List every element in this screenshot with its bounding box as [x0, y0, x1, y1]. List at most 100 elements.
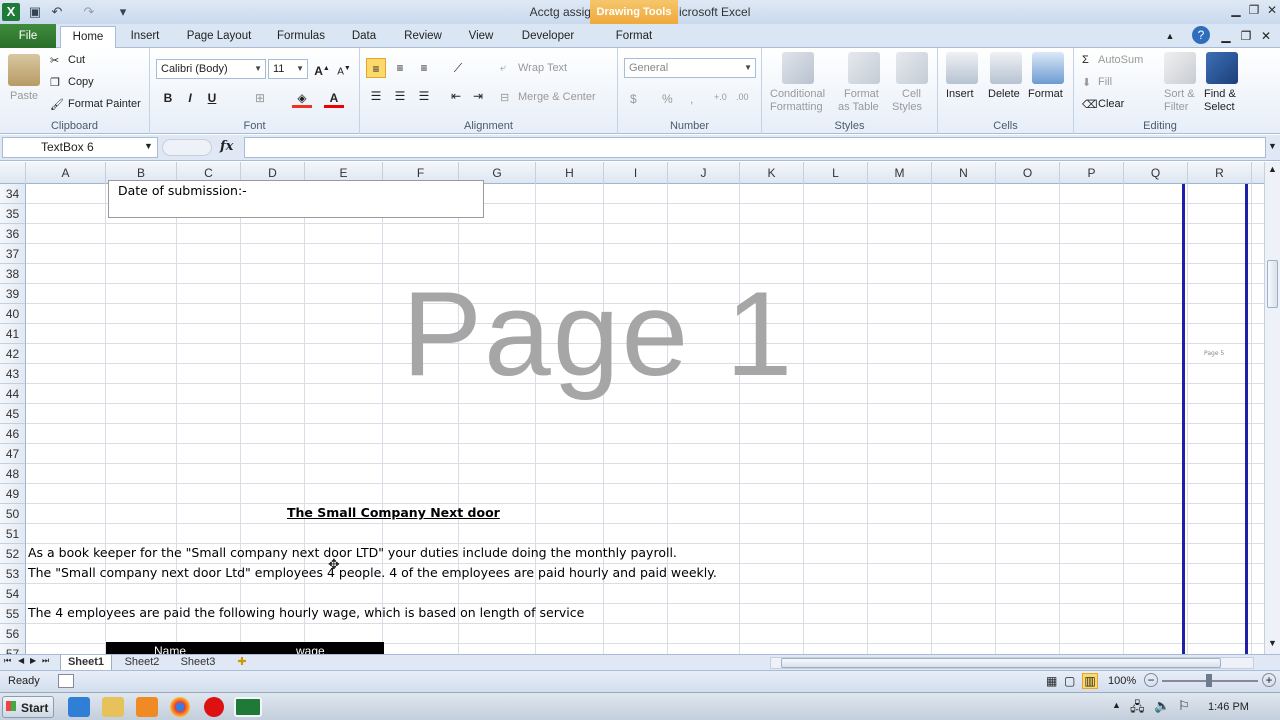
clear-icon[interactable]: ⌫ — [1082, 98, 1098, 111]
scroll-down-icon[interactable]: ▼ — [1268, 638, 1277, 648]
align-bottom-icon[interactable]: ≡ — [414, 58, 434, 78]
wrap-text-button[interactable]: Wrap Text — [518, 62, 567, 74]
paste-button[interactable]: Paste — [10, 90, 38, 102]
select-all-corner[interactable] — [0, 162, 26, 184]
find-select-icon[interactable] — [1206, 52, 1238, 84]
fill-color-icon[interactable]: ◈ — [292, 88, 312, 108]
align-right-icon[interactable]: ☰ — [414, 86, 434, 106]
comma-button[interactable]: , — [690, 92, 693, 106]
formula-bar-handle[interactable] — [162, 139, 212, 156]
row-header-44[interactable]: 44 — [0, 384, 26, 404]
macro-record-icon[interactable] — [58, 674, 74, 688]
decrease-decimal-icon[interactable]: .00 — [736, 92, 749, 102]
column-header-j[interactable]: J — [668, 162, 740, 184]
format-as-table-button-line2[interactable]: as Table — [838, 101, 879, 113]
clock[interactable]: 1:46 PM — [1208, 701, 1249, 713]
minimize-ribbon-icon[interactable]: ▲ — [1160, 26, 1180, 46]
paste-icon[interactable] — [8, 54, 40, 86]
zoom-slider-thumb[interactable] — [1206, 674, 1212, 687]
decrease-indent-icon[interactable]: ⇤ — [446, 86, 466, 106]
orientation-icon[interactable]: ⟋ — [448, 58, 468, 78]
row-header-42[interactable]: 42 — [0, 344, 26, 364]
workbook-close-button[interactable]: ✕ — [1256, 26, 1276, 46]
cell-styles-button[interactable]: Cell — [902, 88, 921, 100]
tab-home[interactable]: Home — [60, 26, 116, 49]
delete-cells-button[interactable]: Delete — [988, 88, 1020, 100]
column-header-p[interactable]: P — [1060, 162, 1124, 184]
insert-sheet-icon[interactable]: ✚ — [230, 655, 254, 671]
row-header-54[interactable]: 54 — [0, 584, 26, 604]
row-header-38[interactable]: 38 — [0, 264, 26, 284]
next-sheet-icon[interactable]: ▶ — [30, 656, 36, 665]
vertical-scrollbar[interactable]: ▲ ▼ — [1264, 162, 1280, 654]
worksheet-grid[interactable]: ABCDEFGHIJKLMNOPQR 34 35 36 37 38 39 40 41 42 43 4… — [0, 162, 1264, 654]
column-header-o[interactable]: O — [996, 162, 1060, 184]
conditional-formatting-button[interactable]: Conditional — [770, 88, 825, 100]
column-header-a[interactable]: A — [26, 162, 106, 184]
opera-icon[interactable] — [204, 697, 224, 717]
network-icon[interactable]: 🖧 — [1130, 698, 1145, 720]
column-header-q[interactable]: Q — [1124, 162, 1188, 184]
cell-a53[interactable]: The "Small company next door Ltd" employ… — [28, 565, 717, 580]
autosum-button[interactable]: AutoSum — [1098, 54, 1143, 66]
row-header-52[interactable]: 52 — [0, 544, 26, 564]
row-header-56[interactable]: 56 — [0, 624, 26, 644]
align-middle-icon[interactable]: ≡ — [390, 58, 410, 78]
copy-icon[interactable]: ❐ — [50, 76, 60, 89]
row-header-39[interactable]: 39 — [0, 284, 26, 304]
tab-review[interactable]: Review — [398, 28, 448, 48]
percent-button[interactable]: % — [662, 92, 673, 106]
find-select-button[interactable]: Find & — [1204, 88, 1236, 100]
column-header-k[interactable]: K — [740, 162, 804, 184]
tab-insert[interactable]: Insert — [122, 28, 168, 48]
column-header-m[interactable]: M — [868, 162, 932, 184]
zoom-level[interactable]: 100% — [1108, 675, 1136, 687]
page-break-view-icon[interactable]: ▥ — [1082, 673, 1098, 689]
scroll-up-icon[interactable]: ▲ — [1268, 164, 1277, 174]
copy-button[interactable]: Copy — [68, 76, 94, 88]
row-header-34[interactable]: 34 — [0, 184, 26, 204]
tab-formulas[interactable]: Formulas — [272, 28, 330, 48]
number-format-combo[interactable]: General ▼ — [624, 58, 756, 78]
close-button[interactable]: ✕ — [1262, 3, 1280, 19]
row-header-49[interactable]: 49 — [0, 484, 26, 504]
row-header-43[interactable]: 43 — [0, 364, 26, 384]
sheet-tab-sheet1[interactable]: Sheet1 — [60, 655, 112, 671]
heading-cell[interactable]: The Small Company Next door — [287, 505, 500, 520]
row-header-40[interactable]: 40 — [0, 304, 26, 324]
page-layout-view-icon[interactable]: ▢ — [1064, 674, 1075, 688]
row-header-35[interactable]: 35 — [0, 204, 26, 224]
autosum-icon[interactable]: Σ — [1082, 54, 1089, 66]
cut-icon[interactable]: ✂ — [50, 54, 59, 67]
fill-icon[interactable]: ⬇ — [1082, 76, 1091, 89]
row-header-41[interactable]: 41 — [0, 324, 26, 344]
tab-file[interactable]: File — [0, 24, 56, 48]
insert-function-icon[interactable]: fx — [220, 139, 233, 154]
workbook-restore-button[interactable]: ❐ — [1236, 26, 1256, 46]
italic-button[interactable]: I — [180, 88, 200, 108]
cell-styles-button-line2[interactable]: Styles — [892, 101, 922, 113]
shrink-font-icon[interactable]: A▼ — [334, 59, 354, 79]
row-header-48[interactable]: 48 — [0, 464, 26, 484]
tab-format[interactable]: Format — [600, 28, 668, 48]
file-explorer-icon[interactable] — [102, 697, 124, 717]
merge-icon[interactable]: ⊟ — [500, 91, 509, 104]
align-center-icon[interactable]: ☰ — [390, 86, 410, 106]
clear-button[interactable]: Clear — [1098, 98, 1124, 110]
show-hidden-icons[interactable]: ▲ — [1112, 700, 1121, 710]
sheet-tab-sheet2[interactable]: Sheet2 — [116, 655, 168, 671]
column-header-h[interactable]: H — [536, 162, 604, 184]
row-header-57[interactable]: 57 — [0, 644, 26, 654]
row-header-51[interactable]: 51 — [0, 524, 26, 544]
zoom-out-icon[interactable]: − — [1144, 673, 1158, 687]
row-header-36[interactable]: 36 — [0, 224, 26, 244]
merge-center-button[interactable]: Merge & Center — [518, 91, 596, 103]
bold-button[interactable]: B — [158, 88, 178, 108]
column-header-n[interactable]: N — [932, 162, 996, 184]
tab-page-layout[interactable]: Page Layout — [180, 28, 258, 48]
horizontal-scroll-thumb[interactable] — [781, 658, 1221, 668]
tab-view[interactable]: View — [460, 28, 502, 48]
name-box-dropdown-icon[interactable]: ▼ — [144, 141, 153, 151]
excel-taskbar-icon[interactable] — [234, 697, 262, 717]
sheet-tab-sheet3[interactable]: Sheet3 — [172, 655, 224, 671]
